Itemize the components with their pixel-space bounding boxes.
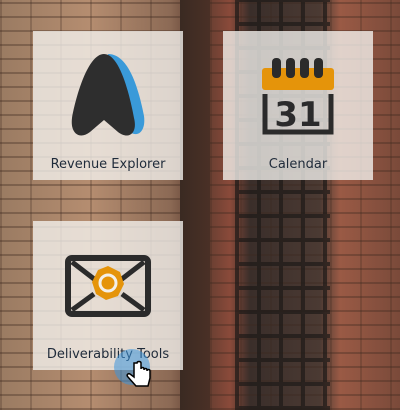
- hand-cursor-icon: [112, 347, 158, 393]
- calendar-icon: 31: [223, 41, 373, 151]
- tile-label: Calendar: [268, 157, 328, 172]
- tile-revenue-explorer[interactable]: Revenue Explorer: [33, 31, 183, 180]
- envelope-icon: [33, 231, 183, 341]
- tile-label: Deliverability Tools: [46, 347, 170, 362]
- tile-label: Revenue Explorer: [50, 157, 166, 172]
- calendar-day: 31: [274, 95, 321, 135]
- revenue-explorer-icon: [33, 41, 183, 151]
- tile-deliverability-tools[interactable]: Deliverability Tools: [33, 221, 183, 370]
- tile-calendar[interactable]: 31 Calendar: [223, 31, 373, 180]
